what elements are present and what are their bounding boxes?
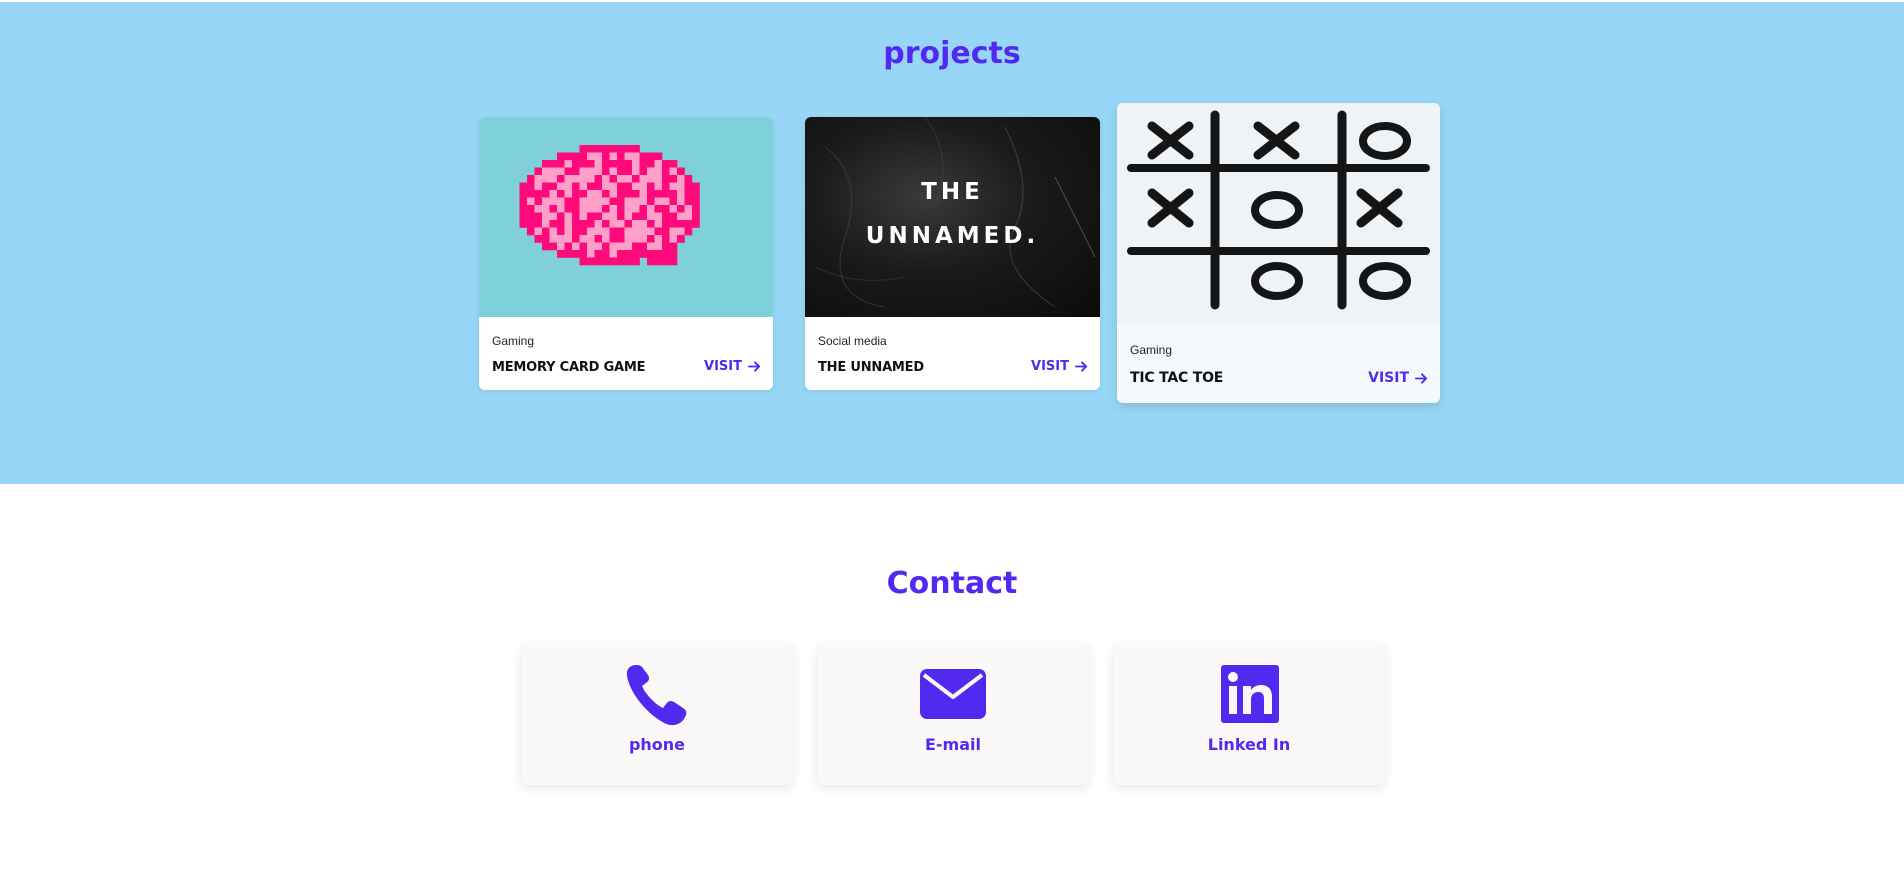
contact-label: E-mail [924,735,981,754]
contact-linkedin-card[interactable]: Linked In [1113,643,1385,785]
phone-icon [626,665,687,726]
project-card-memory-card-game[interactable]: Gaming MEMORY CARD GAME VISIT [479,117,773,390]
visit-label: VISIT [1368,370,1409,386]
visit-link[interactable]: VISIT [1368,370,1428,386]
contact-label: Linked In [1207,735,1291,754]
visit-label: VISIT [1031,359,1069,374]
contact-phone-card[interactable]: phone [521,643,793,785]
thumbnail-text-line2: UNNAMED. [865,223,1040,249]
pixel-brain-icon [519,145,700,266]
contact-title: Contact [886,566,1018,601]
card-title: TIC TAC TOE [1130,370,1224,386]
project-card-tic-tac-toe[interactable]: Gaming TIC TAC TOE VISIT [1117,103,1440,403]
project-card-the-unnamed[interactable]: THE UNNAMED. Social media THE UNNAMED VI… [805,117,1100,390]
thumbnail-text-line1: THE [921,179,984,205]
visit-link[interactable]: VISIT [704,359,761,374]
visit-label: VISIT [704,359,742,374]
the-unnamed-thumbnail: THE UNNAMED. [805,117,1100,317]
card-category: Social media [818,334,887,348]
email-icon [920,669,986,719]
card-category: Gaming [492,334,535,348]
tic-tac-toe-thumbnail [1117,103,1440,323]
visit-link[interactable]: VISIT [1031,359,1088,374]
marble-texture [814,117,1096,308]
tic-tac-toe-board-icon [1127,110,1430,310]
projects-section: projects Gaming MEMORY CARD GAME VISIT T… [0,0,1904,484]
arrow-right-icon [1075,361,1088,372]
contact-label: phone [628,735,686,754]
card-title: THE UNNAMED [818,360,924,375]
contact-email-card[interactable]: E-mail [817,643,1089,785]
arrow-right-icon [1415,372,1428,384]
arrow-right-icon [748,361,761,372]
linkedin-icon [1221,665,1279,723]
card-category: Gaming [1130,343,1173,357]
projects-title: projects [883,36,1021,71]
memory-card-game-thumbnail [479,117,773,317]
card-title: MEMORY CARD GAME [492,360,646,375]
